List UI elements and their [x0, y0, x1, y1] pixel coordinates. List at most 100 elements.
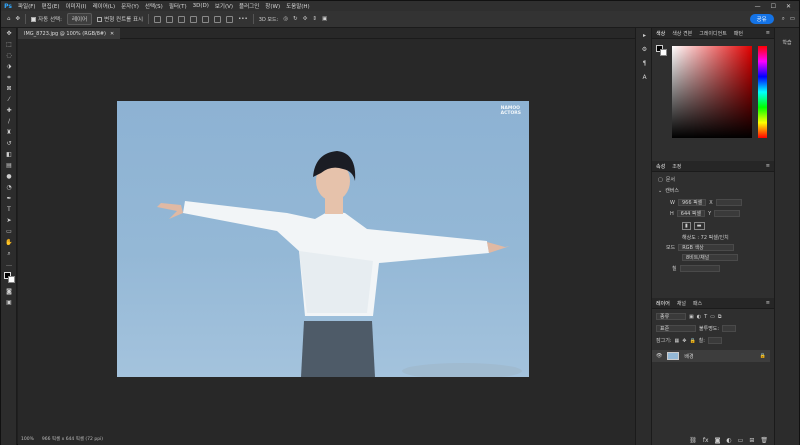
blend-mode-dropdown[interactable]: 표준 — [656, 325, 696, 332]
menu-item-view[interactable]: 보기(V) — [212, 2, 236, 10]
close-tab-icon[interactable]: ✕ — [110, 31, 114, 37]
new-group-icon[interactable]: ▭ — [738, 437, 744, 444]
history-panel-icon[interactable]: ▸ — [636, 28, 653, 42]
tab-swatches[interactable]: 색상 견본 — [672, 30, 692, 37]
brush-tool-icon[interactable]: ∕ — [1, 116, 17, 127]
home-icon[interactable]: ⌂ — [7, 16, 11, 22]
layer-name[interactable]: 배경 — [684, 353, 693, 360]
paragraph-panel-icon[interactable]: ¶ — [636, 56, 653, 70]
color-picker-field[interactable] — [672, 46, 752, 138]
crop-tool-icon[interactable]: ⌗ — [1, 72, 17, 83]
fx-icon[interactable]: fx — [703, 437, 709, 444]
minimize-button[interactable]: — — [755, 3, 761, 10]
fill-dropdown[interactable] — [679, 265, 720, 272]
menu-item-3d[interactable]: 3D(D) — [190, 3, 212, 9]
lasso-tool-icon[interactable]: ◌ — [1, 50, 17, 61]
move-tool-icon[interactable]: ✥ — [1, 28, 17, 39]
height-field[interactable]: 644 픽셀 — [676, 210, 706, 217]
delete-layer-icon[interactable]: 🗑 — [760, 437, 768, 444]
eyedropper-tool-icon[interactable]: ⁄ — [1, 94, 17, 105]
marquee-tool-icon[interactable]: ⬚ — [1, 39, 17, 50]
filter-shape-icon[interactable]: ▭ — [710, 314, 715, 320]
mode-dropdown[interactable]: RGB 색상 — [678, 244, 735, 251]
panel-menu-icon[interactable]: ≡ — [766, 163, 770, 169]
object-select-tool-icon[interactable]: ⬗ — [1, 61, 17, 72]
stamp-tool-icon[interactable]: ♜ — [1, 127, 17, 138]
auto-select-dropdown[interactable]: 레이어 — [66, 13, 93, 25]
orbit-icon[interactable]: ◎ — [283, 16, 288, 22]
menu-item-plugins[interactable]: 플러그인 — [236, 2, 262, 10]
history-brush-icon[interactable]: ↺ — [1, 138, 17, 149]
blur-tool-icon[interactable]: ● — [1, 171, 17, 182]
menu-item-type[interactable]: 문자(Y) — [118, 2, 142, 10]
document-info[interactable]: 966 픽셀 x 644 픽셀 (72 ppi) — [42, 436, 103, 442]
layer-row-background[interactable]: 👁 배경 🔒 — [652, 350, 770, 362]
visibility-eye-icon[interactable]: 👁 — [656, 353, 662, 359]
align-middle-icon[interactable] — [202, 15, 210, 23]
frame-tool-icon[interactable]: ⊠ — [1, 83, 17, 94]
landscape-icon[interactable]: ▬ — [693, 222, 705, 230]
adjust-panel-icon[interactable]: ⚙ — [636, 42, 653, 56]
canvas-section-header[interactable]: ⌄ 캔버스 — [658, 187, 679, 195]
share-button[interactable]: 공유 — [749, 14, 774, 24]
tab-layers[interactable]: 레이어 — [656, 300, 670, 307]
move-tool-icon[interactable]: ✥ — [16, 16, 21, 22]
hue-slider[interactable] — [758, 46, 767, 138]
roll-icon[interactable]: ↻ — [293, 16, 298, 22]
align-center-icon[interactable] — [166, 15, 174, 23]
tab-channels[interactable]: 채널 — [677, 300, 686, 307]
width-field[interactable]: 966 픽셀 — [677, 199, 707, 206]
align-right-icon[interactable] — [178, 15, 186, 23]
gradient-tool-icon[interactable]: ▤ — [1, 160, 17, 171]
more-tools-icon[interactable]: … — [1, 259, 17, 270]
color-swatches-icon[interactable] — [1, 270, 17, 286]
filter-pixel-icon[interactable]: ▣ — [689, 314, 694, 320]
shape-tool-icon[interactable]: ▭ — [1, 226, 17, 237]
lock-all-icon[interactable]: 🔒 — [689, 338, 695, 344]
healing-tool-icon[interactable]: ✚ — [1, 105, 17, 116]
menu-item-layer[interactable]: 레이어(L) — [90, 2, 119, 10]
maximize-button[interactable]: ☐ — [771, 3, 776, 10]
background-color-swatch[interactable] — [660, 49, 667, 56]
align-top-icon[interactable] — [190, 15, 198, 23]
chevron-down-icon[interactable]: ⌄ — [658, 188, 662, 194]
menu-item-filter[interactable]: 필터(T) — [166, 2, 190, 10]
filter-adjust-icon[interactable]: ◐ — [697, 314, 701, 320]
checkbox-icon[interactable] — [97, 17, 103, 22]
quick-mask-icon[interactable]: ◙ — [1, 286, 17, 297]
checkbox-icon[interactable] — [31, 17, 37, 22]
distribute-icon[interactable] — [226, 15, 234, 23]
layer-kind-dropdown[interactable]: 종류 — [656, 313, 686, 320]
align-bottom-icon[interactable] — [214, 15, 222, 23]
close-button[interactable]: ✕ — [786, 3, 791, 10]
fill-field[interactable] — [707, 337, 722, 344]
learn-panel-label[interactable]: 학습 — [775, 39, 799, 46]
search-icon[interactable]: ⌕ — [782, 16, 785, 23]
tab-color[interactable]: 색상 — [656, 30, 665, 37]
menu-item-window[interactable]: 창(W) — [262, 2, 283, 10]
tab-adjustments[interactable]: 조정 — [672, 163, 681, 170]
type-tool-icon[interactable]: T — [1, 204, 17, 215]
align-left-icon[interactable] — [154, 15, 162, 23]
lock-pixels-icon[interactable]: ▦ — [675, 338, 680, 344]
screen-mode-icon[interactable]: ▣ — [1, 297, 17, 308]
scale-icon[interactable]: ▣ — [322, 16, 327, 22]
lock-move-icon[interactable]: ✥ — [682, 338, 686, 344]
portrait-icon[interactable]: ▮ — [682, 222, 691, 230]
menu-item-help[interactable]: 도움말(H) — [283, 2, 313, 10]
bit-depth-dropdown[interactable]: 8비트/채널 — [682, 254, 738, 261]
character-panel-icon[interactable]: A — [636, 70, 653, 84]
path-select-icon[interactable]: ➤ — [1, 215, 17, 226]
x-field[interactable] — [715, 199, 742, 206]
opacity-field[interactable] — [722, 325, 737, 332]
panel-menu-icon[interactable]: ≡ — [766, 300, 770, 306]
tab-properties[interactable]: 속성 — [656, 163, 665, 170]
new-layer-icon[interactable]: ⊞ — [749, 437, 754, 444]
panel-menu-icon[interactable]: ≡ — [766, 30, 770, 36]
zoom-tool-icon[interactable]: ⌕ — [1, 248, 17, 259]
document-image[interactable]: NAMOO ACTORS — [117, 101, 529, 377]
eraser-tool-icon[interactable]: ◧ — [1, 149, 17, 160]
menu-item-select[interactable]: 선택(S) — [142, 2, 166, 10]
more-options-button[interactable]: ••• — [238, 16, 248, 22]
y-field[interactable] — [714, 210, 741, 217]
